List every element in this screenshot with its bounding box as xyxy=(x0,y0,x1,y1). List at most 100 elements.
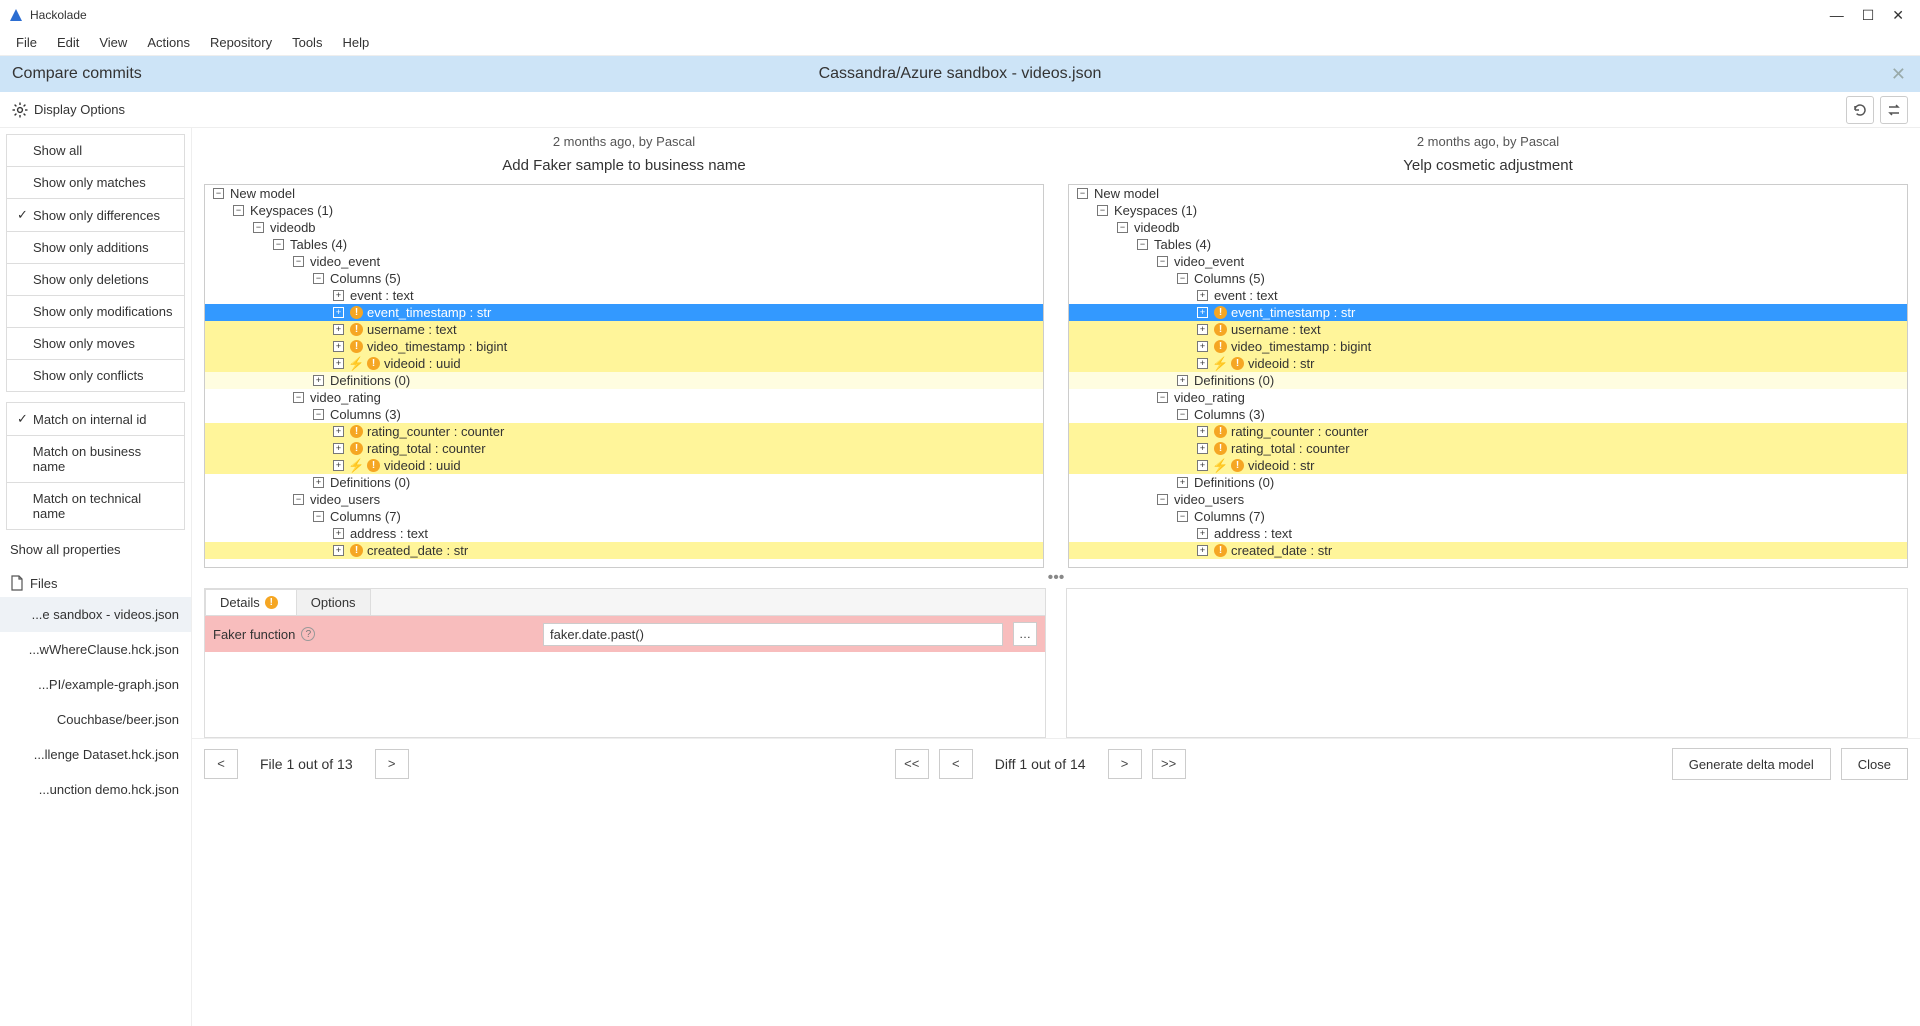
tree-row[interactable]: −videodb xyxy=(1069,219,1907,236)
tree-toggle-icon[interactable]: + xyxy=(333,460,344,471)
tree-toggle-icon[interactable]: + xyxy=(1197,358,1208,369)
tree-row[interactable]: +!created_date : str xyxy=(205,542,1043,559)
diff-prev-button[interactable]: < xyxy=(939,749,973,779)
tree-row[interactable]: −videodb xyxy=(205,219,1043,236)
menu-actions[interactable]: Actions xyxy=(139,33,198,52)
tree-row[interactable]: −Tables (4) xyxy=(1069,236,1907,253)
tree-toggle-icon[interactable]: − xyxy=(1117,222,1128,233)
tree-row[interactable]: +Definitions (0) xyxy=(205,474,1043,491)
tree-row[interactable]: +!username : text xyxy=(1069,321,1907,338)
tree-toggle-icon[interactable]: + xyxy=(1177,375,1188,386)
tree-row[interactable]: +⚡!videoid : str xyxy=(1069,355,1907,372)
tree-toggle-icon[interactable]: + xyxy=(1197,307,1208,318)
sidebar-filter-item[interactable]: ✓Match on internal id xyxy=(7,403,184,435)
tree-row[interactable]: −Columns (5) xyxy=(205,270,1043,287)
tree-row[interactable]: +!video_timestamp : bigint xyxy=(1069,338,1907,355)
diff-last-button[interactable]: >> xyxy=(1152,749,1186,779)
tree-toggle-icon[interactable]: + xyxy=(1197,426,1208,437)
tree-toggle-icon[interactable]: − xyxy=(1157,494,1168,505)
tree-toggle-icon[interactable]: + xyxy=(333,290,344,301)
header-close-icon[interactable]: ✕ xyxy=(1891,64,1920,85)
tree-row[interactable]: −Tables (4) xyxy=(205,236,1043,253)
tree-toggle-icon[interactable]: − xyxy=(313,409,324,420)
tree-row[interactable]: +⚡!videoid : uuid xyxy=(205,457,1043,474)
tree-toggle-icon[interactable]: + xyxy=(333,545,344,556)
menu-repository[interactable]: Repository xyxy=(202,33,280,52)
tree-row[interactable]: +!created_date : str xyxy=(1069,542,1907,559)
file-item[interactable]: Couchbase/beer.json xyxy=(0,702,191,737)
tree-toggle-icon[interactable]: − xyxy=(1077,188,1088,199)
display-options-label[interactable]: Display Options xyxy=(12,102,125,118)
tree-row[interactable]: −video_event xyxy=(1069,253,1907,270)
tree-toggle-icon[interactable]: + xyxy=(1197,290,1208,301)
tree-toggle-icon[interactable]: + xyxy=(333,528,344,539)
tree-row[interactable]: +⚡!videoid : str xyxy=(1069,457,1907,474)
window-maximize-icon[interactable]: ☐ xyxy=(1862,7,1875,24)
tree-row[interactable]: −Columns (5) xyxy=(1069,270,1907,287)
file-prev-button[interactable]: < xyxy=(204,749,238,779)
tree-row[interactable]: −Columns (7) xyxy=(1069,508,1907,525)
tree-toggle-icon[interactable]: − xyxy=(1097,205,1108,216)
tree-toggle-icon[interactable]: − xyxy=(293,392,304,403)
tree-row[interactable]: +!rating_counter : counter xyxy=(1069,423,1907,440)
tree-toggle-icon[interactable]: − xyxy=(293,494,304,505)
tree-row[interactable]: −Columns (7) xyxy=(205,508,1043,525)
left-tree[interactable]: −New model−Keyspaces (1)−videodb−Tables … xyxy=(204,184,1044,568)
sidebar-filter-item[interactable]: Show only deletions xyxy=(7,264,184,295)
sidebar-filter-item[interactable]: Show only moves xyxy=(7,328,184,359)
tree-toggle-icon[interactable]: − xyxy=(313,273,324,284)
tree-row[interactable]: −New model xyxy=(1069,185,1907,202)
window-close-icon[interactable]: ✕ xyxy=(1892,7,1904,24)
tree-toggle-icon[interactable]: + xyxy=(333,307,344,318)
tree-toggle-icon[interactable]: + xyxy=(1197,324,1208,335)
tree-toggle-icon[interactable]: − xyxy=(1137,239,1148,250)
tree-toggle-icon[interactable]: + xyxy=(333,358,344,369)
menu-file[interactable]: File xyxy=(8,33,45,52)
tree-row[interactable]: +!username : text xyxy=(205,321,1043,338)
tree-row[interactable]: −video_rating xyxy=(205,389,1043,406)
tab-details[interactable]: Details ! xyxy=(205,589,297,615)
file-item[interactable]: ...unction demo.hck.json xyxy=(0,772,191,807)
tree-row[interactable]: +address : text xyxy=(205,525,1043,542)
tree-row[interactable]: +address : text xyxy=(1069,525,1907,542)
tree-row[interactable]: +!rating_counter : counter xyxy=(205,423,1043,440)
tree-row[interactable]: +event : text xyxy=(205,287,1043,304)
sidebar-filter-item[interactable]: Show all xyxy=(7,135,184,166)
tree-toggle-icon[interactable]: + xyxy=(1197,545,1208,556)
tree-row[interactable]: −video_rating xyxy=(1069,389,1907,406)
close-button[interactable]: Close xyxy=(1841,748,1908,780)
tab-options[interactable]: Options xyxy=(296,589,371,615)
swap-button[interactable] xyxy=(1880,96,1908,124)
help-icon[interactable]: ? xyxy=(301,627,315,641)
file-next-button[interactable]: > xyxy=(375,749,409,779)
tree-row[interactable]: −video_users xyxy=(1069,491,1907,508)
diff-first-button[interactable]: << xyxy=(895,749,929,779)
tree-toggle-icon[interactable]: − xyxy=(253,222,264,233)
tree-row[interactable]: +!video_timestamp : bigint xyxy=(205,338,1043,355)
refresh-button[interactable] xyxy=(1846,96,1874,124)
generate-delta-button[interactable]: Generate delta model xyxy=(1672,748,1831,780)
tree-row[interactable]: −Keyspaces (1) xyxy=(1069,202,1907,219)
menu-tools[interactable]: Tools xyxy=(284,33,330,52)
menu-view[interactable]: View xyxy=(91,33,135,52)
tree-toggle-icon[interactable]: + xyxy=(333,426,344,437)
sidebar-filter-item[interactable]: Match on technical name xyxy=(7,483,184,529)
tree-row[interactable]: −Keyspaces (1) xyxy=(205,202,1043,219)
tree-row[interactable]: +⚡!videoid : uuid xyxy=(205,355,1043,372)
right-tree[interactable]: −New model−Keyspaces (1)−videodb−Tables … xyxy=(1068,184,1908,568)
tree-toggle-icon[interactable]: − xyxy=(233,205,244,216)
tree-toggle-icon[interactable]: + xyxy=(333,443,344,454)
sidebar-filter-item[interactable]: Show only matches xyxy=(7,167,184,198)
faker-function-more-button[interactable]: … xyxy=(1013,622,1037,646)
tree-toggle-icon[interactable]: + xyxy=(1197,341,1208,352)
tree-toggle-icon[interactable]: + xyxy=(333,324,344,335)
faker-function-input[interactable] xyxy=(543,623,1003,646)
tree-row[interactable]: −video_users xyxy=(205,491,1043,508)
sidebar-filter-item[interactable]: Show only additions xyxy=(7,232,184,263)
tree-row[interactable]: +Definitions (0) xyxy=(1069,474,1907,491)
tree-toggle-icon[interactable]: + xyxy=(333,341,344,352)
tree-toggle-icon[interactable]: − xyxy=(213,188,224,199)
sidebar-filter-item[interactable]: Match on business name xyxy=(7,436,184,482)
tree-toggle-icon[interactable]: + xyxy=(1197,528,1208,539)
sidebar-filter-item[interactable]: ✓Show only differences xyxy=(7,199,184,231)
